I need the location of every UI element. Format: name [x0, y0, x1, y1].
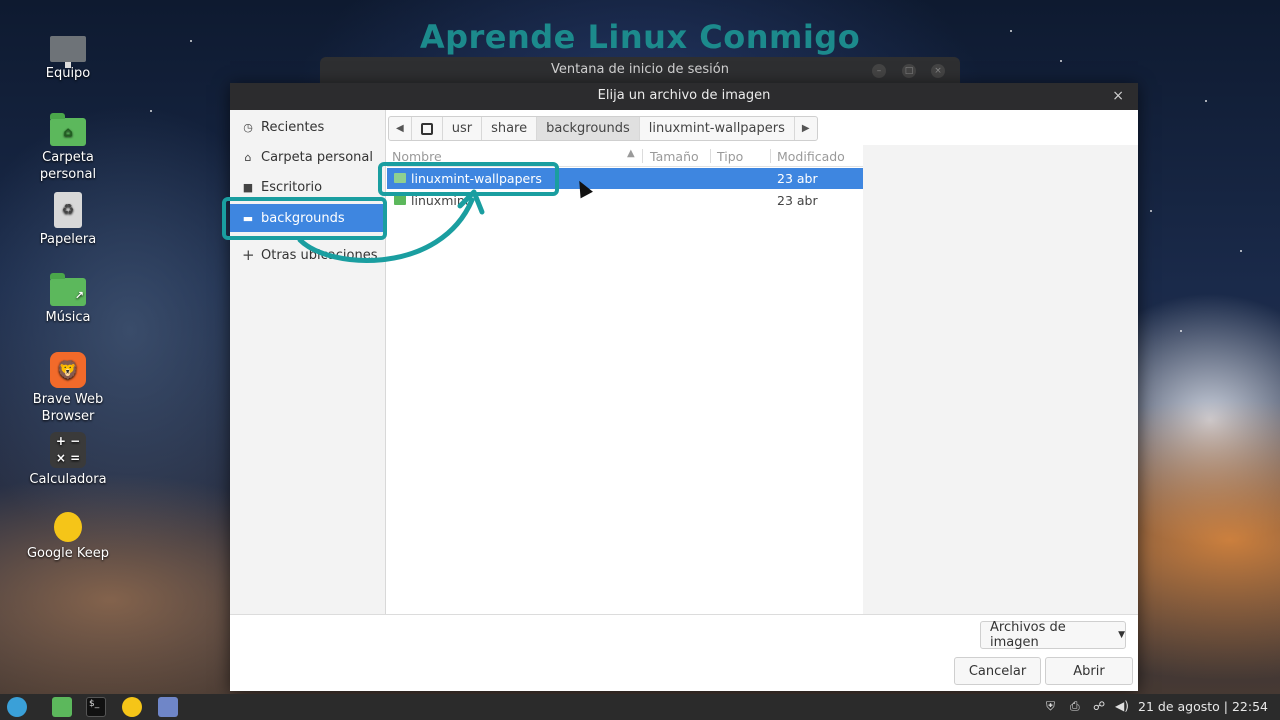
clock[interactable]: 21 de agosto | 22:54: [1138, 699, 1268, 714]
keep-icon[interactable]: [122, 697, 142, 717]
network-icon[interactable]: ☍: [1093, 699, 1105, 713]
files-icon[interactable]: [52, 697, 72, 717]
taskbar: $_ ⛨ ⎙ ☍ ◀) 21 de agosto | 22:54: [0, 694, 1280, 720]
volume-icon[interactable]: ◀): [1115, 699, 1129, 713]
terminal-icon[interactable]: $_: [86, 697, 106, 717]
printer-icon[interactable]: ⎙: [1070, 699, 1080, 714]
annotation-arrow: [297, 189, 485, 263]
login-window-icon[interactable]: [158, 697, 178, 717]
menu-icon[interactable]: [7, 697, 27, 717]
shield-icon[interactable]: ⛨: [1046, 699, 1055, 714]
